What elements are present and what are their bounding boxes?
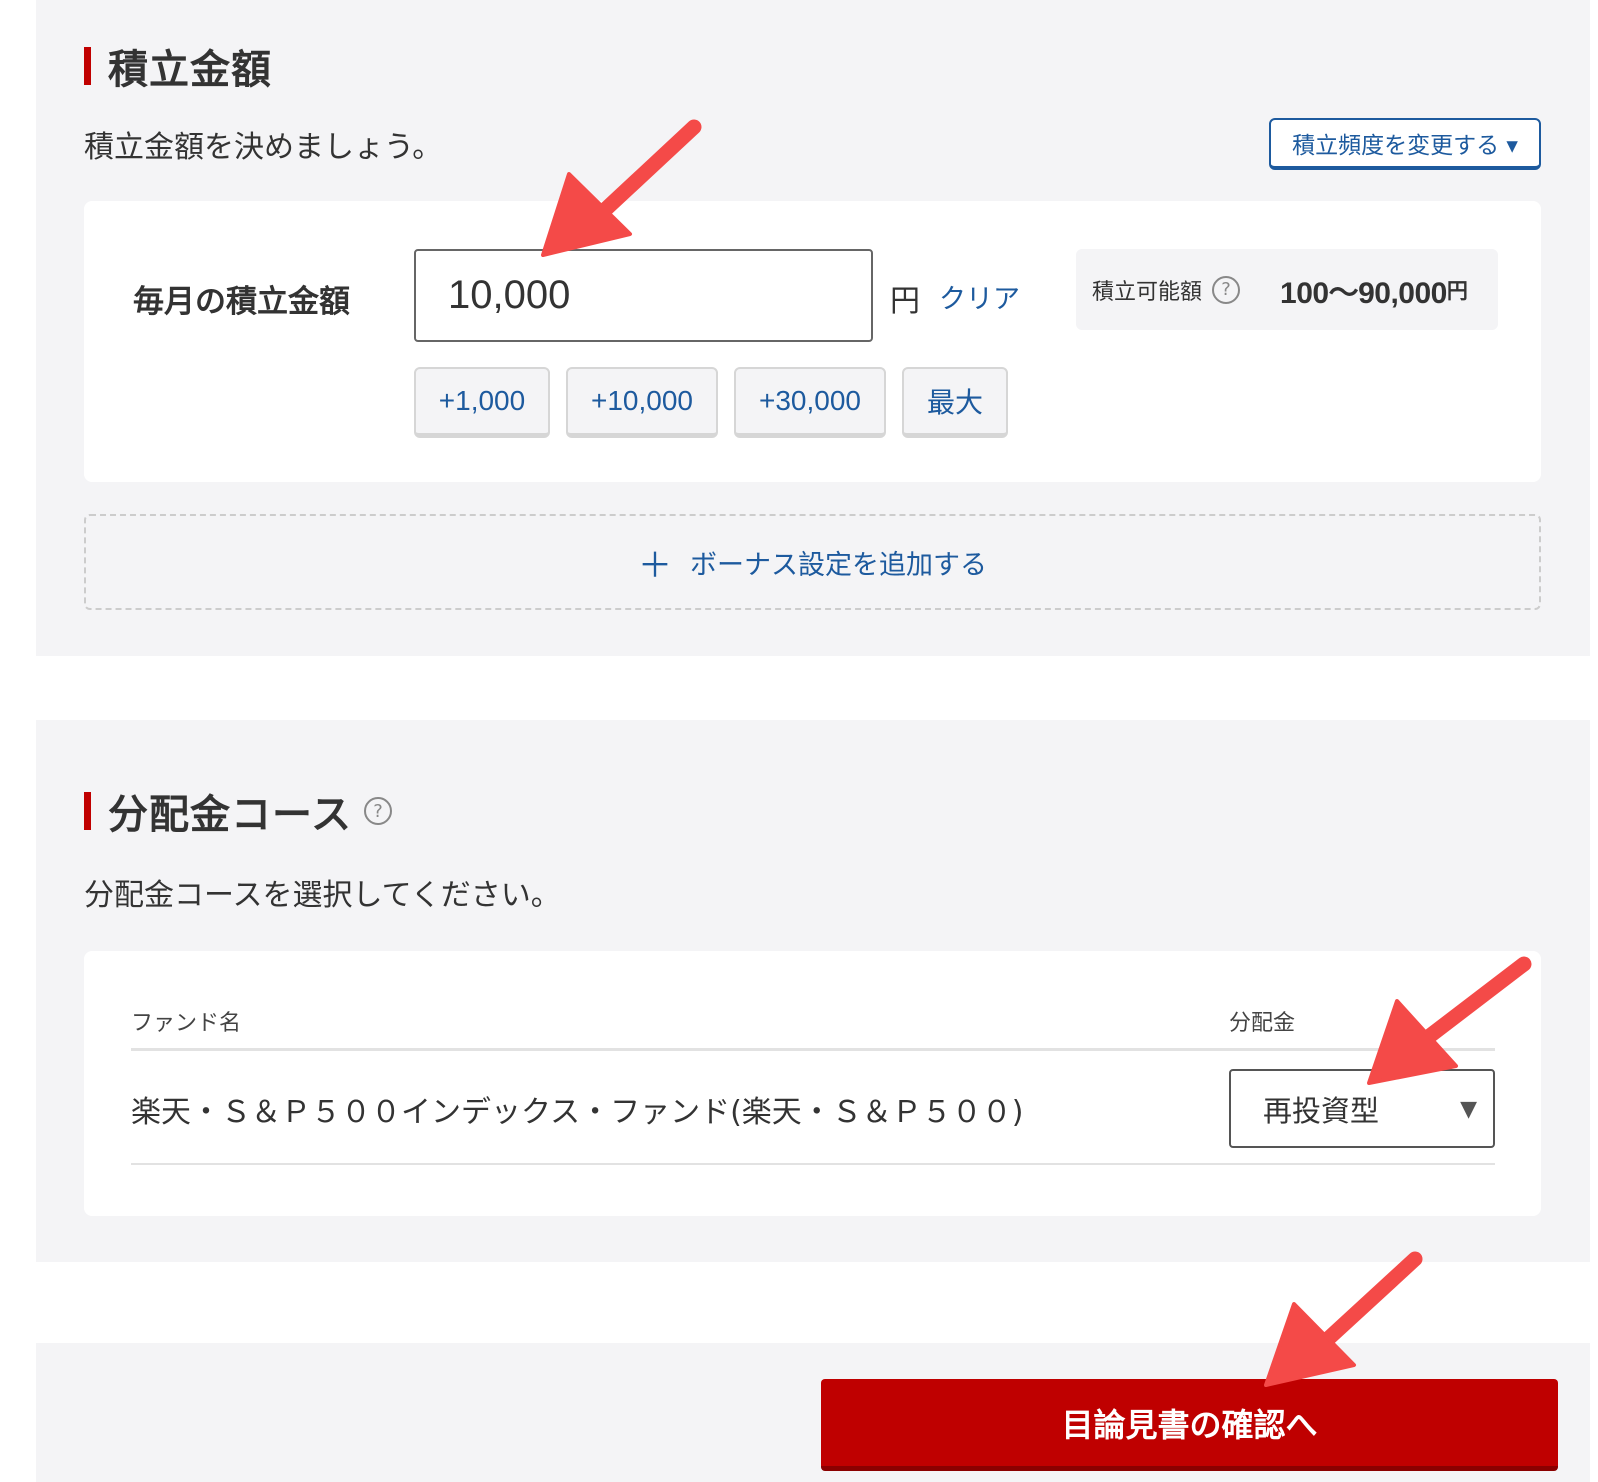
fund-name-cell: 楽天・Ｓ＆Ｐ５００インデックス・ファンド(楽天・Ｓ＆Ｐ５００) [131,1095,1024,1130]
heading-accent-bar [84,47,91,85]
table-divider [131,1163,1495,1165]
add-bonus-label: ボーナス設定を追加する [690,549,987,581]
max-button[interactable]: 最大 [902,367,1008,438]
amount-heading-text: 積立金額 [108,47,272,93]
confirm-prospectus-button[interactable]: 目論見書の確認へ [821,1379,1558,1471]
dropdown-caret-icon: ▼ [1460,1097,1477,1122]
distribution-section: 分配金コース ? 分配金コースを選択してください。 ファンド名 分配金 楽天・Ｓ… [36,720,1590,1262]
distribution-selected-value: 再投資型 [1263,1093,1380,1128]
change-frequency-button[interactable]: 積立頻度を変更する ▾ [1269,118,1541,170]
add-10000-button[interactable]: +10,000 [566,367,718,438]
add-bonus-button[interactable]: ＋ ボーナス設定を追加する [84,514,1541,610]
add-1000-button[interactable]: +1,000 [414,367,550,438]
footer-section: 目論見書の確認へ [36,1343,1590,1482]
distribution-heading: 分配金コース ? [84,782,392,840]
distribution-heading-text: 分配金コース [108,792,352,838]
limit-label: 積立可能額 [1092,279,1203,305]
monthly-amount-input[interactable] [414,249,873,342]
heading-accent-bar [84,792,91,830]
distribution-card: ファンド名 分配金 楽天・Ｓ＆Ｐ５００インデックス・ファンド(楽天・Ｓ＆Ｐ５００… [84,951,1541,1216]
fund-name-header: ファンド名 [131,1011,242,1036]
table-divider [131,1048,1495,1051]
limit-box: 積立可能額 ? 100〜90,000 円 [1076,249,1498,330]
help-icon[interactable]: ? [364,797,392,825]
monthly-amount-label: 毎月の積立金額 [133,284,350,320]
help-icon[interactable]: ? [1212,275,1241,304]
amount-card: 毎月の積立金額 円 クリア 積立可能額 ? 100〜90,000円 +1,000… [84,201,1541,482]
distribution-header: 分配金 [1229,1011,1296,1036]
distribution-lead-text: 分配金コースを選択してください。 [84,878,561,913]
amount-unit: 円 [890,284,920,319]
amount-lead-text: 積立金額を決めましょう。 [84,130,443,165]
limit-range: 100〜90,000 [1280,276,1447,310]
distribution-course-select[interactable]: 再投資型 ▼ [1229,1069,1495,1148]
add-30000-button[interactable]: +30,000 [734,367,886,438]
clear-link[interactable]: クリア [939,277,1020,316]
amount-section: 積立金額 積立金額を決めましょう。 積立頻度を変更する ▾ 毎月の積立金額 円 … [36,0,1590,656]
plus-icon: ＋ [638,545,672,586]
limit-unit: 円 [1446,278,1468,303]
amount-heading: 積立金額 [84,37,272,95]
